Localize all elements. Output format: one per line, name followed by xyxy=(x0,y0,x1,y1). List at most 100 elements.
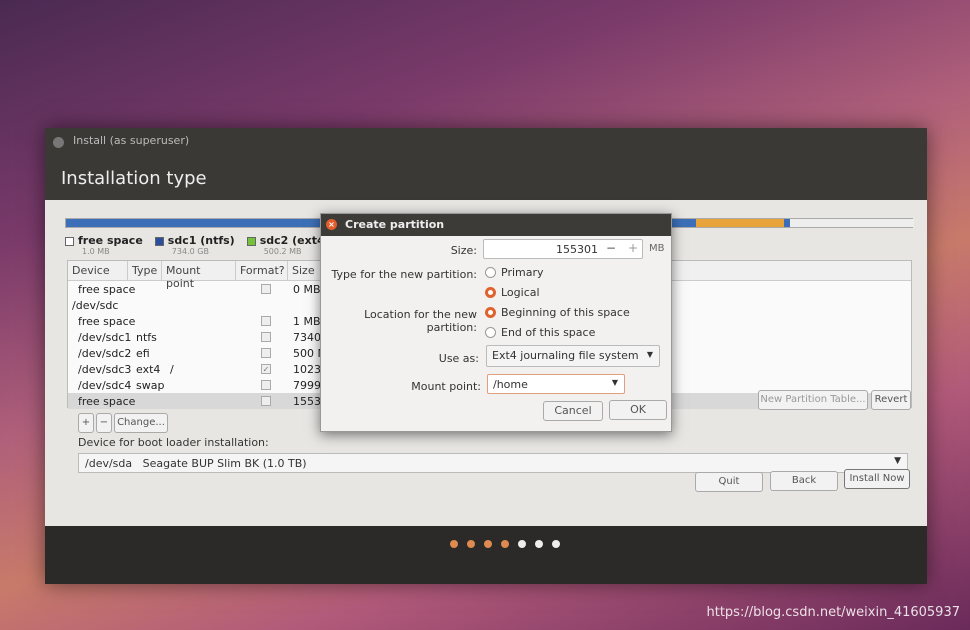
partition-legend: free space 1.0 MB sdc1 (ntfs) 734.0 GB sdc2 … xyxy=(65,234,330,256)
radio-end[interactable]: End of this space xyxy=(485,326,595,339)
mount-point-combo[interactable]: /home ▼ xyxy=(487,374,625,394)
mount-point-value: /home xyxy=(493,378,528,391)
close-icon[interactable] xyxy=(53,137,64,148)
cell-type: swap xyxy=(136,379,165,392)
cell-device: free space xyxy=(78,315,136,328)
format-checkbox[interactable] xyxy=(261,316,271,326)
new-partition-table-button[interactable]: New Partition Table... xyxy=(758,390,868,410)
create-partition-dialog: × Create partition Size: 155301 − + MB T… xyxy=(320,213,672,432)
progress-dot xyxy=(518,540,526,548)
size-unit: MB xyxy=(649,243,665,254)
cell-size: 1023 xyxy=(293,363,321,376)
window-title: Install (as superuser) xyxy=(73,134,190,147)
cell-size: 7999 xyxy=(293,379,321,392)
radio-beginning[interactable]: Beginning of this space xyxy=(485,306,630,319)
cell-device: /dev/sdc3 xyxy=(78,363,132,376)
type-label: Type for the new partition: xyxy=(331,268,477,281)
radio-label: Logical xyxy=(501,286,540,299)
dialog-title-bar: × Create partition xyxy=(321,214,671,236)
use-as-value: Ext4 journaling file system xyxy=(492,349,639,362)
legend-item: free space 1.0 MB xyxy=(65,234,143,256)
cell-device: free space xyxy=(78,283,136,296)
col-type[interactable]: Type xyxy=(128,261,162,280)
col-device[interactable]: Device xyxy=(68,261,128,280)
progress-dot xyxy=(535,540,543,548)
boot-loader-select[interactable]: /dev/sda Seagate BUP Slim BK (1.0 TB) ▼ xyxy=(78,453,908,473)
cell-type: ext4 xyxy=(136,363,161,376)
mount-point-label: Mount point: xyxy=(411,380,481,393)
radio-icon xyxy=(485,327,496,338)
cell-size: 1 MB xyxy=(293,315,321,328)
progress-dot xyxy=(450,540,458,548)
page-title: Installation type xyxy=(61,168,207,189)
decrease-size-button[interactable]: − xyxy=(606,241,616,255)
cell-device: /dev/sdc xyxy=(72,299,119,312)
cell-size: 0 MB xyxy=(293,283,321,296)
radio-icon xyxy=(485,267,496,278)
ok-button[interactable]: OK xyxy=(609,400,667,420)
col-mount[interactable]: Mount point xyxy=(162,261,236,290)
progress-footer xyxy=(45,526,927,584)
cell-size: 1553 xyxy=(293,395,321,408)
format-checkbox[interactable] xyxy=(261,396,271,406)
boot-loader-label: Device for boot loader installation: xyxy=(78,436,269,449)
add-partition-button[interactable]: + xyxy=(78,413,94,433)
progress-dot xyxy=(552,540,560,548)
cell-device: free space xyxy=(78,395,136,408)
boot-device-description: Seagate BUP Slim BK (1.0 TB) xyxy=(142,457,307,470)
cell-device: /dev/sdc2 xyxy=(78,347,132,360)
progress-dots xyxy=(450,540,560,548)
revert-button[interactable]: Revert xyxy=(871,390,911,410)
chevron-down-icon: ▼ xyxy=(894,456,901,466)
format-checkbox[interactable] xyxy=(261,348,271,358)
chevron-down-icon: ▼ xyxy=(611,378,618,387)
col-format[interactable]: Format? xyxy=(236,261,288,280)
progress-dot xyxy=(501,540,509,548)
back-button[interactable]: Back xyxy=(770,471,838,491)
cell-type: efi xyxy=(136,347,150,360)
legend-swatch xyxy=(154,237,164,246)
legend-size: 734.0 GB xyxy=(171,247,209,256)
swap-segment xyxy=(696,219,784,227)
watermark: https://blog.csdn.net/weixin_41605937 xyxy=(706,605,960,620)
dialog-title: Create partition xyxy=(345,218,445,231)
radio-logical[interactable]: Logical xyxy=(485,286,540,299)
cell-device: /dev/sdc1 xyxy=(78,331,132,344)
format-checkbox[interactable] xyxy=(261,332,271,342)
radio-label: Primary xyxy=(501,266,544,279)
cell-size: 7340 xyxy=(293,331,321,344)
location-label: Location for the new partition: xyxy=(364,308,477,334)
change-partition-button[interactable]: Change... xyxy=(114,413,168,433)
legend-name: sdc1 (ntfs) xyxy=(167,234,235,247)
size-label: Size: xyxy=(450,244,477,257)
install-now-button[interactable]: Install Now xyxy=(844,469,910,489)
size-value: 155301 xyxy=(556,243,598,256)
close-icon[interactable]: × xyxy=(326,219,337,230)
remove-partition-button[interactable]: − xyxy=(96,413,112,433)
use-as-select[interactable]: Ext4 journaling file system ▼ xyxy=(486,345,660,367)
legend-item: sdc1 (ntfs) 734.0 GB xyxy=(154,234,235,256)
boot-device: /dev/sda xyxy=(85,457,133,470)
radio-selected-icon xyxy=(485,287,496,298)
cell-mount: / xyxy=(170,363,174,376)
use-as-label: Use as: xyxy=(438,352,479,365)
cancel-button[interactable]: Cancel xyxy=(543,401,603,421)
format-checkbox[interactable] xyxy=(261,380,271,390)
legend-item: sdc2 (ext4) 500.2 MB xyxy=(246,234,330,256)
chevron-down-icon: ▼ xyxy=(646,350,653,359)
free-segment xyxy=(790,219,914,227)
increase-size-button[interactable]: + xyxy=(628,241,638,255)
format-checkbox[interactable] xyxy=(261,284,271,294)
cell-device: /dev/sdc4 xyxy=(78,379,132,392)
radio-label: Beginning of this space xyxy=(501,306,630,319)
cell-type: ntfs xyxy=(136,331,157,344)
radio-label: End of this space xyxy=(501,326,596,339)
size-input[interactable]: 155301 xyxy=(483,239,643,259)
legend-name: free space xyxy=(78,234,143,247)
radio-primary[interactable]: Primary xyxy=(485,266,544,279)
progress-dot xyxy=(467,540,475,548)
legend-size: 1.0 MB xyxy=(82,247,110,256)
format-checkbox[interactable]: ✓ xyxy=(261,364,271,374)
legend-swatch xyxy=(246,237,256,246)
quit-button[interactable]: Quit xyxy=(695,472,763,492)
